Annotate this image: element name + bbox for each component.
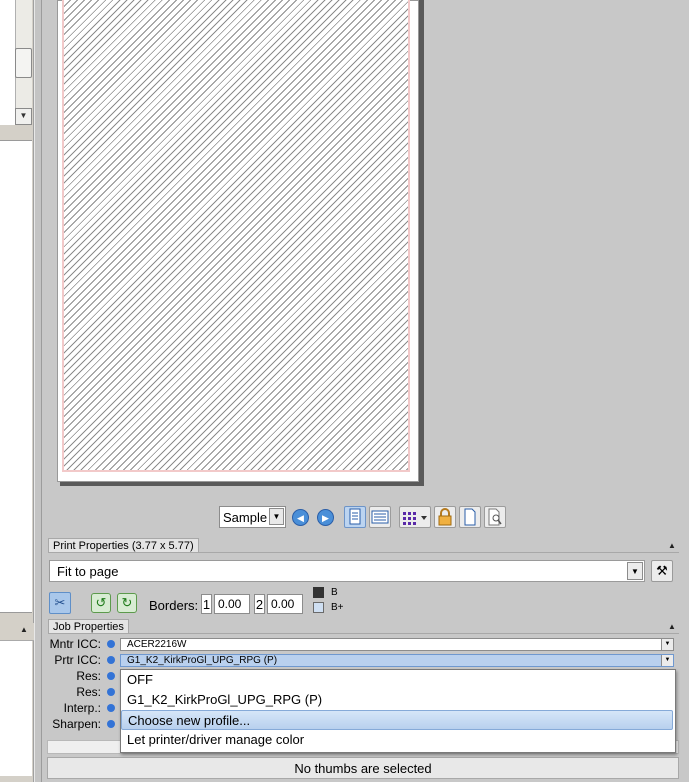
status-dot-icon: [107, 704, 115, 712]
mntr-icc-label: Mntr ICC:: [49, 637, 101, 651]
status-bar: No thumbs are selected: [47, 757, 679, 779]
lock-icon: [438, 508, 452, 526]
chevron-down-icon[interactable]: ▼: [661, 639, 673, 650]
border1-field[interactable]: 0.00: [214, 594, 250, 614]
status-dot-icon: [107, 688, 115, 696]
borders-label: Borders:: [149, 598, 199, 613]
dropdown-item-profile[interactable]: G1_K2_KirkProGl_UPG_RPG (P): [121, 690, 673, 710]
prtr-icc-label: Prtr ICC:: [54, 653, 101, 667]
dropdown-item-printer-manage[interactable]: Let printer/driver manage color: [121, 730, 673, 750]
fit-select-value: Fit to page: [57, 564, 119, 579]
zoom-page-button[interactable]: [484, 506, 506, 528]
scroll-down-arrow-icon[interactable]: ▼: [15, 108, 32, 125]
list-view-button[interactable]: [369, 506, 391, 528]
interp-label: Interp.:: [63, 701, 101, 715]
panel-splitter[interactable]: [34, 0, 42, 782]
status-dot-icon: [107, 656, 115, 664]
option-bplus-label: B+: [331, 602, 344, 613]
left-scroll-thumb[interactable]: [15, 48, 32, 78]
collapse-up-icon[interactable]: ▲: [668, 541, 676, 550]
chevron-down-icon[interactable]: ▼: [269, 508, 284, 525]
prtr-icc-select[interactable]: G1_K2_KirkProGl_UPG_RPG (P): [120, 654, 674, 667]
chevron-down-icon[interactable]: ▼: [661, 655, 673, 666]
job-properties-divider: [48, 633, 679, 634]
border2-label: 2: [254, 594, 265, 614]
page-view-button[interactable]: [344, 506, 366, 528]
grid-layout-button[interactable]: [399, 506, 431, 528]
blank-page-icon: [464, 508, 476, 526]
mntr-icc-select[interactable]: ACER2216W: [120, 638, 674, 651]
status-dot-icon: [107, 672, 115, 680]
previous-icon[interactable]: ◀: [292, 509, 309, 526]
print-properties-divider: [48, 552, 679, 553]
lock-button[interactable]: [434, 506, 456, 528]
left-list-bottom[interactable]: [0, 641, 32, 776]
zoom-page-icon: [488, 508, 502, 526]
option-bplus-checkbox[interactable]: [313, 602, 324, 613]
printable-area: [62, 0, 410, 472]
collapse-up-icon[interactable]: ▲: [20, 625, 30, 635]
fit-select[interactable]: [49, 560, 645, 582]
blank-page-button[interactable]: [459, 506, 481, 528]
grid-layout-icon: [403, 512, 427, 525]
res-label-2: Res:: [76, 685, 101, 699]
job-properties-tab[interactable]: Job Properties: [48, 619, 129, 634]
option-b-label: B: [331, 587, 338, 598]
hammer-icon[interactable]: ⚒: [651, 560, 673, 582]
status-dot-icon: [107, 640, 115, 648]
status-dot-icon: [107, 720, 115, 728]
res-label: Res:: [76, 669, 101, 683]
sharpen-label: Sharpen:: [52, 717, 101, 731]
dropdown-item-off[interactable]: OFF: [121, 670, 673, 690]
print-properties-tab[interactable]: Print Properties (3.77 x 5.77): [48, 538, 199, 553]
option-b-checkbox[interactable]: [313, 587, 324, 598]
preview-mode-value: Sample: [223, 510, 268, 525]
border2-field[interactable]: 0.00: [267, 594, 303, 614]
rotate-left-icon[interactable]: ↺: [91, 593, 111, 613]
list-view-icon: [371, 510, 389, 524]
page-view-icon: [349, 508, 361, 525]
border1-label: 1: [201, 594, 212, 614]
dropdown-item-choose-new-profile[interactable]: Choose new profile...: [121, 710, 673, 730]
left-list-middle[interactable]: [0, 140, 32, 613]
next-icon[interactable]: ▶: [317, 509, 334, 526]
scissors-icon[interactable]: ✂: [49, 592, 71, 614]
chevron-down-icon[interactable]: ▼: [627, 562, 643, 580]
rotate-right-icon[interactable]: ↻: [117, 593, 137, 613]
collapse-up-icon[interactable]: ▲: [668, 622, 676, 631]
